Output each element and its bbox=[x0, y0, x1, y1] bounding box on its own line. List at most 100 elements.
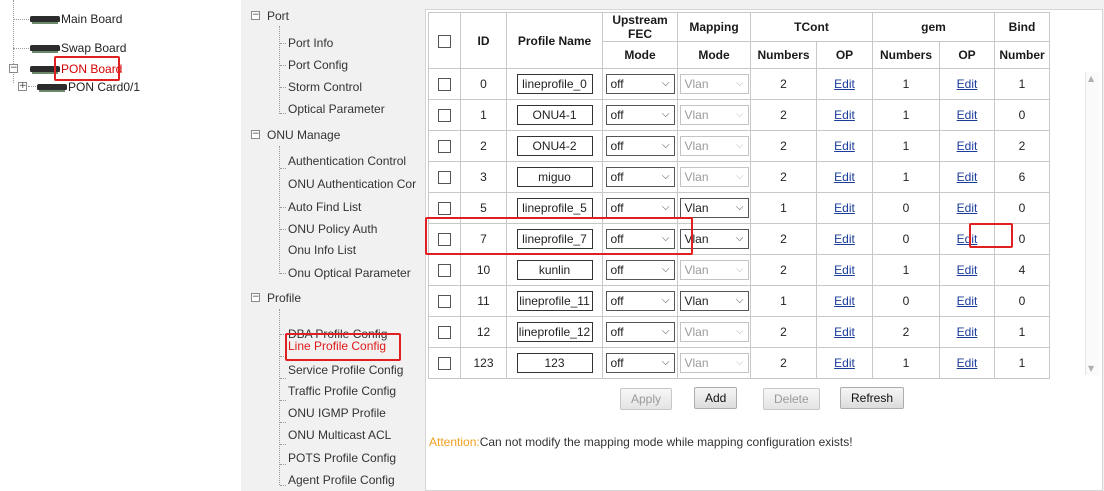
col-header-bind-number: Number bbox=[994, 41, 1050, 69]
gem-edit-link[interactable]: Edit bbox=[957, 263, 978, 277]
checkbox-icon[interactable] bbox=[438, 264, 451, 278]
nav-item-agent-profile-config[interactable]: Agent Profile Config bbox=[288, 471, 395, 489]
profile-name-input[interactable]: 123 bbox=[516, 353, 593, 373]
checkbox-icon[interactable] bbox=[438, 295, 451, 309]
tree-item-main-board[interactable]: Main Board bbox=[30, 10, 122, 28]
checkbox-icon[interactable] bbox=[438, 202, 451, 216]
nav-item-port-config[interactable]: Port Config bbox=[288, 56, 348, 74]
row-gem-op-cell: Edit bbox=[939, 192, 995, 224]
scroll-up-icon[interactable]: ▲ bbox=[1088, 74, 1094, 83]
profile-name-input[interactable]: lineprofile_12 bbox=[516, 322, 593, 342]
upstream-fec-select[interactable]: off ⌵ bbox=[605, 198, 675, 218]
profile-name-input[interactable]: ONU4-1 bbox=[516, 105, 593, 125]
upstream-fec-select[interactable]: off ⌵ bbox=[605, 105, 675, 125]
nav-item-onu-optical-parameter[interactable]: Onu Optical Parameter bbox=[288, 264, 411, 282]
gem-edit-link[interactable]: Edit bbox=[957, 108, 978, 122]
checkbox-icon[interactable] bbox=[438, 78, 451, 92]
upstream-fec-select[interactable]: off ⌵ bbox=[605, 260, 675, 280]
row-mapping-cell: Vlan ⌵ bbox=[677, 68, 751, 100]
profile-name-input[interactable]: kunlin bbox=[516, 260, 593, 280]
upstream-fec-select[interactable]: off ⌵ bbox=[605, 167, 675, 187]
gem-edit-link[interactable]: Edit bbox=[957, 325, 978, 339]
checkbox-icon[interactable] bbox=[438, 109, 451, 123]
row-gem-op-cell: Edit bbox=[939, 347, 995, 379]
nav-section-profile[interactable]: − Profile bbox=[251, 289, 301, 307]
gem-edit-link[interactable]: Edit bbox=[957, 77, 978, 91]
mapping-mode-select[interactable]: Vlan ⌵ bbox=[679, 291, 749, 311]
apply-button[interactable]: Apply bbox=[620, 388, 673, 410]
nav-item-authentication-control[interactable]: Authentication Control bbox=[288, 152, 406, 170]
profile-name-input[interactable]: lineprofile_0 bbox=[516, 74, 593, 94]
nav-item-auto-find-list[interactable]: Auto Find List bbox=[288, 198, 361, 216]
checkbox-icon[interactable] bbox=[438, 34, 451, 48]
col-header-gem: gem bbox=[872, 12, 995, 42]
collapse-icon[interactable]: − bbox=[251, 293, 260, 302]
refresh-button[interactable]: Refresh bbox=[840, 387, 905, 409]
nav-item-onu-info-list[interactable]: Onu Info List bbox=[288, 241, 356, 259]
tree-item-swap-board[interactable]: Swap Board bbox=[30, 39, 126, 57]
tree-toggle-icon[interactable]: + bbox=[18, 82, 27, 91]
checkbox-icon[interactable] bbox=[438, 171, 451, 185]
profile-name-input[interactable]: miguo bbox=[516, 167, 593, 187]
main-content: ID Profile Name Upstream FEC Mapping TCo… bbox=[417, 0, 1104, 491]
gem-edit-link[interactable]: Edit bbox=[957, 294, 978, 308]
table-scrollbar[interactable]: ▲ ▼ bbox=[1085, 72, 1099, 375]
attention-label: Attention: bbox=[429, 435, 480, 449]
gem-edit-link[interactable]: Edit bbox=[957, 201, 978, 215]
gem-edit-link[interactable]: Edit bbox=[957, 170, 978, 184]
tcont-edit-link[interactable]: Edit bbox=[834, 77, 855, 91]
tcont-edit-link[interactable]: Edit bbox=[834, 170, 855, 184]
nav-item-optical-parameter[interactable]: Optical Parameter bbox=[288, 100, 385, 118]
delete-button[interactable]: Delete bbox=[763, 388, 820, 410]
tcont-edit-link[interactable]: Edit bbox=[834, 201, 855, 215]
upstream-fec-select[interactable]: off ⌵ bbox=[605, 353, 675, 373]
row-gem-op-cell: Edit bbox=[939, 68, 995, 100]
nav-item-onu-policy-auth[interactable]: ONU Policy Auth bbox=[288, 220, 377, 238]
nav-section-port[interactable]: − Port bbox=[251, 7, 289, 25]
nav-item-onu-authentication[interactable]: ONU Authentication Cor bbox=[288, 175, 417, 193]
tcont-edit-link[interactable]: Edit bbox=[834, 294, 855, 308]
row-tcont-op-cell: Edit bbox=[816, 254, 873, 286]
row-profile-name-cell: 123 bbox=[506, 347, 603, 379]
profile-name-input[interactable]: ONU4-2 bbox=[516, 136, 593, 156]
checkbox-icon[interactable] bbox=[438, 326, 451, 340]
tcont-edit-link[interactable]: Edit bbox=[834, 108, 855, 122]
device-tree: Main Board Swap Board − PON Board + PON … bbox=[0, 0, 232, 491]
tcont-edit-link[interactable]: Edit bbox=[834, 356, 855, 370]
nav-section-onu-manage[interactable]: − ONU Manage bbox=[251, 126, 340, 144]
tcont-edit-link[interactable]: Edit bbox=[834, 139, 855, 153]
upstream-fec-select[interactable]: off ⌵ bbox=[605, 322, 675, 342]
fec-value: off bbox=[610, 139, 624, 153]
upstream-fec-select[interactable]: off ⌵ bbox=[605, 291, 675, 311]
tree-item-pon-card[interactable]: PON Card0/1 bbox=[37, 78, 140, 96]
checkbox-icon[interactable] bbox=[438, 140, 451, 154]
mapping-value: Vlan bbox=[684, 294, 709, 308]
profile-name-input[interactable]: lineprofile_5 bbox=[516, 198, 593, 218]
nav-item-traffic-profile-config[interactable]: Traffic Profile Config bbox=[288, 382, 396, 400]
row-fec-cell: off ⌵ bbox=[602, 68, 678, 100]
add-button[interactable]: Add bbox=[694, 387, 738, 409]
col-header-tcont: TCont bbox=[750, 12, 873, 42]
scroll-down-icon[interactable]: ▼ bbox=[1088, 364, 1094, 373]
tree-toggle-icon[interactable]: − bbox=[9, 64, 18, 73]
nav-item-service-profile-config[interactable]: Service Profile Config bbox=[288, 361, 403, 379]
gem-edit-link[interactable]: Edit bbox=[957, 356, 978, 370]
nav-item-onu-multicast-acl[interactable]: ONU Multicast ACL bbox=[288, 426, 391, 444]
nav-item-port-info[interactable]: Port Info bbox=[288, 34, 333, 52]
nav-item-storm-control[interactable]: Storm Control bbox=[288, 78, 362, 96]
profile-name-input[interactable]: lineprofile_11 bbox=[516, 291, 593, 311]
nav-item-onu-igmp-profile[interactable]: ONU IGMP Profile bbox=[288, 404, 386, 422]
gem-edit-link[interactable]: Edit bbox=[957, 139, 978, 153]
row-bind-number: 1 bbox=[994, 316, 1050, 348]
collapse-icon[interactable]: − bbox=[251, 11, 260, 20]
table-row: 2 ONU4-2 off ⌵ Vlan ⌵ 2 Edit 1 Edit 2 bbox=[428, 130, 1050, 162]
upstream-fec-select[interactable]: off ⌵ bbox=[605, 136, 675, 156]
tcont-edit-link[interactable]: Edit bbox=[834, 232, 855, 246]
nav-item-pots-profile-config[interactable]: POTS Profile Config bbox=[288, 449, 396, 467]
tcont-edit-link[interactable]: Edit bbox=[834, 325, 855, 339]
upstream-fec-select[interactable]: off ⌵ bbox=[605, 74, 675, 94]
checkbox-icon[interactable] bbox=[438, 357, 451, 371]
collapse-icon[interactable]: − bbox=[251, 130, 260, 139]
tcont-edit-link[interactable]: Edit bbox=[834, 263, 855, 277]
mapping-mode-select[interactable]: Vlan ⌵ bbox=[679, 198, 749, 218]
